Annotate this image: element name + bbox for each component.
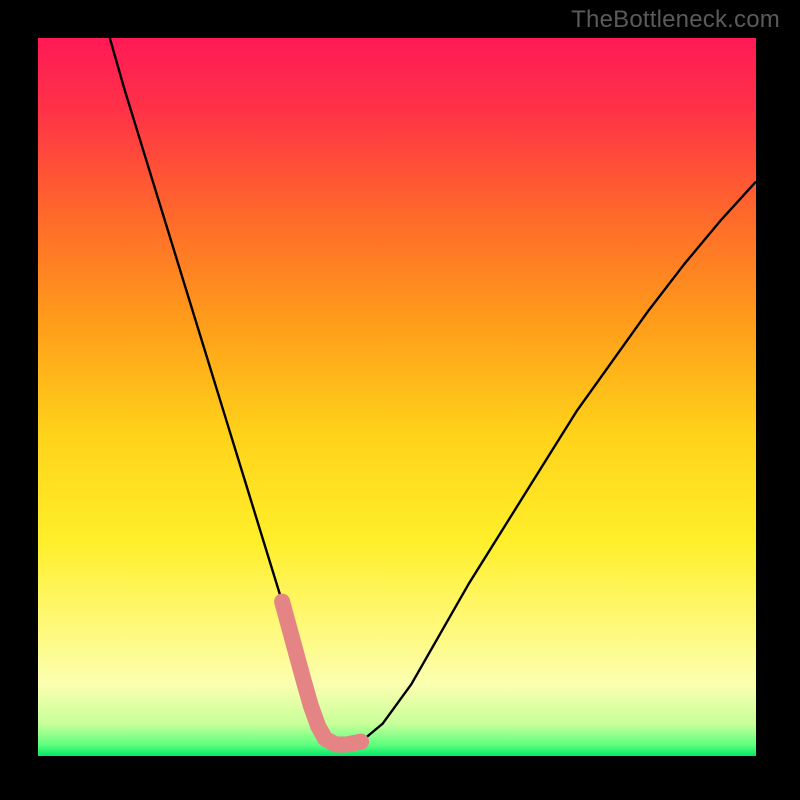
plot-background [38, 38, 756, 756]
watermark-text: TheBottleneck.com [571, 6, 780, 34]
chart-svg [0, 0, 800, 800]
chart-container: TheBottleneck.com [0, 0, 800, 800]
